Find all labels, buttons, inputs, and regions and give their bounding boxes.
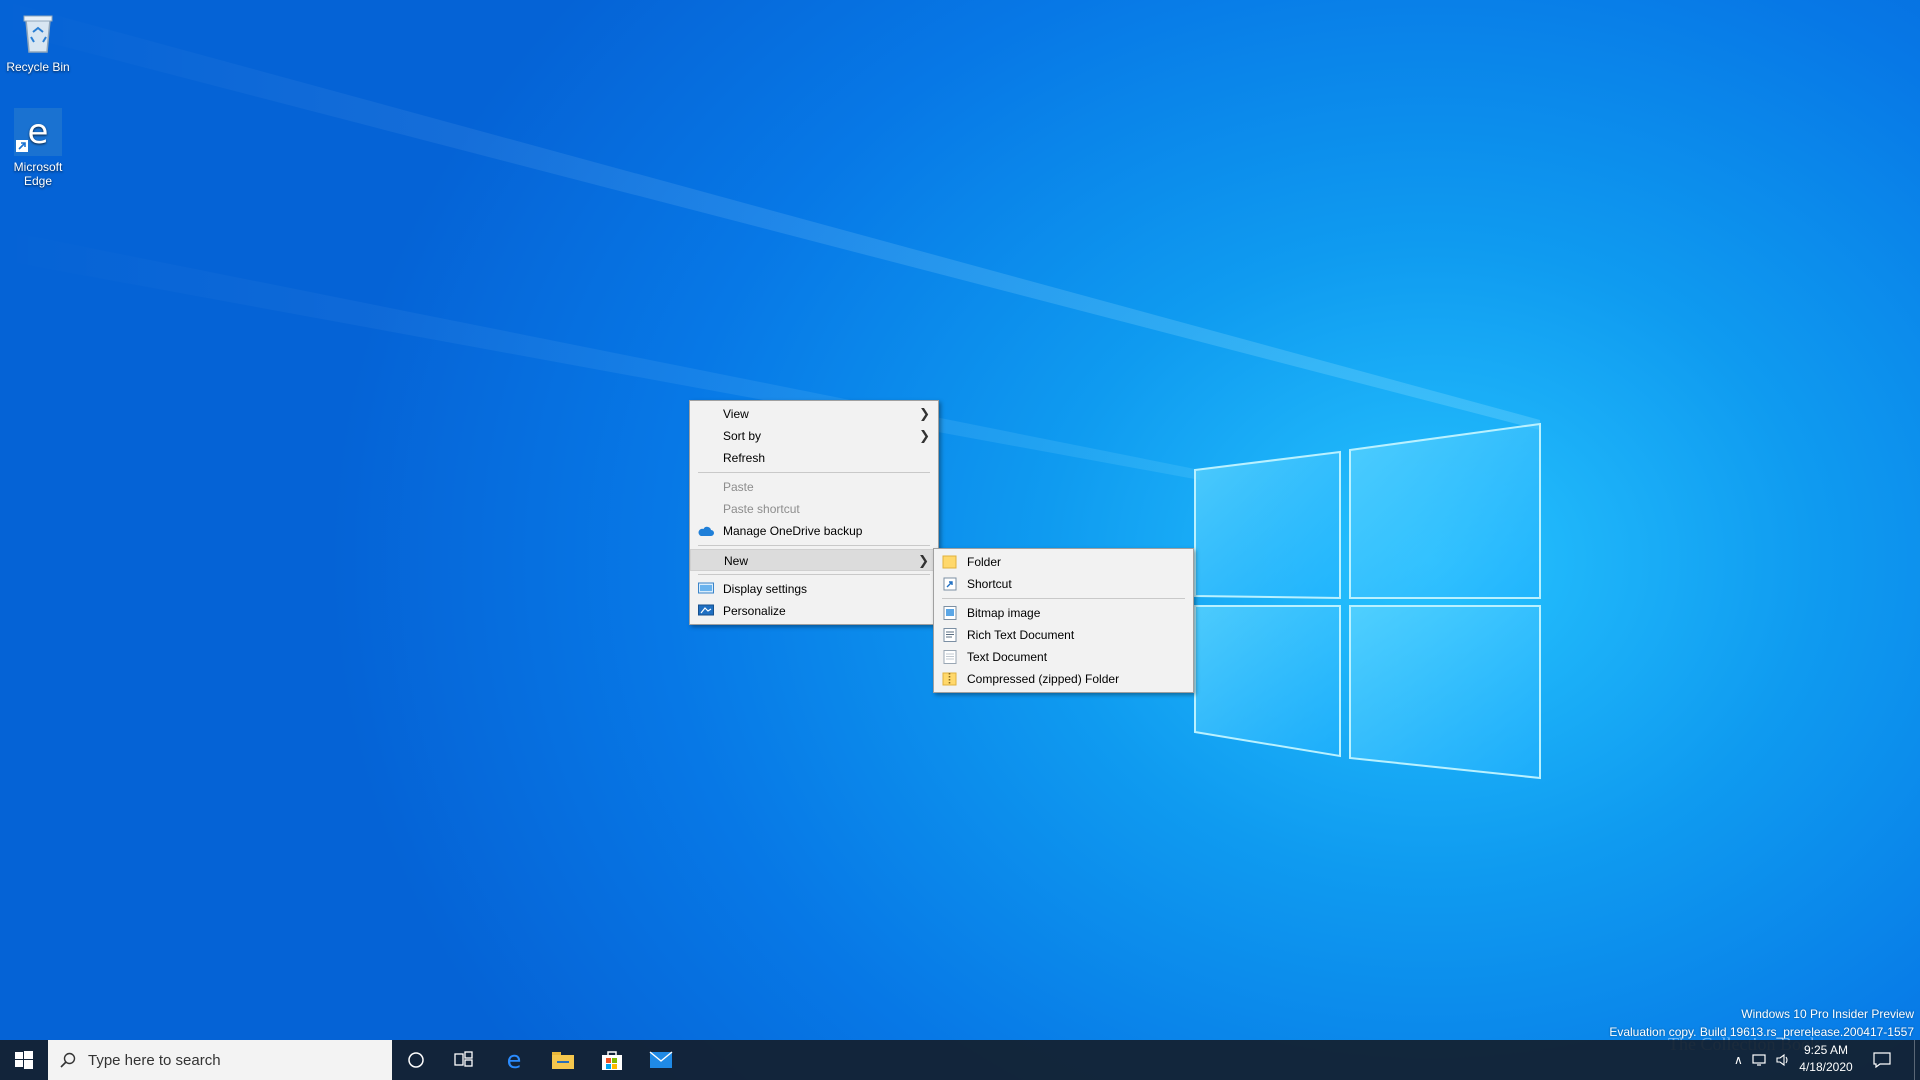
shortcut-icon: [943, 577, 957, 591]
notification-icon: [1873, 1052, 1891, 1068]
desktop-icon-microsoft-edge[interactable]: e Microsoft Edge: [0, 108, 76, 188]
menu-item-paste[interactable]: Paste: [690, 476, 938, 498]
menu-item-sort-by[interactable]: Sort by ❯: [690, 425, 938, 447]
taskbar-edge-button[interactable]: e: [490, 1040, 538, 1080]
rich-text-icon: [943, 628, 957, 642]
menu-item-display-settings[interactable]: Display settings: [690, 578, 938, 600]
cortana-button[interactable]: [392, 1040, 440, 1080]
menu-item-view[interactable]: View ❯: [690, 403, 938, 425]
svg-text:e: e: [28, 112, 49, 152]
clock[interactable]: 9:25 AM 4/18/2020: [1784, 1042, 1868, 1076]
show-desktop-button[interactable]: [1914, 1040, 1920, 1080]
desktop-icon-label: Microsoft Edge: [13, 160, 63, 188]
taskbar: Type here to search e ∧ 9:25 AM 4/18/202…: [0, 1040, 1920, 1080]
wallpaper: [0, 0, 1920, 1040]
start-button[interactable]: [0, 1040, 48, 1080]
file-explorer-icon: [552, 1052, 574, 1069]
menu-item-refresh[interactable]: Refresh: [690, 447, 938, 469]
onedrive-icon: [698, 526, 714, 536]
chevron-right-icon: ❯: [919, 428, 930, 443]
system-tray: ∧: [1734, 1040, 1791, 1080]
menu-item-personalize[interactable]: Personalize: [690, 600, 938, 622]
submenu-item-rich-text-document[interactable]: Rich Text Document: [934, 624, 1193, 646]
search-icon: [60, 1052, 76, 1068]
mail-icon: [649, 1051, 673, 1068]
taskbar-store-button[interactable]: [588, 1040, 636, 1080]
windows-start-icon: [15, 1051, 33, 1069]
task-view-icon: [454, 1051, 473, 1067]
edge-icon: e: [14, 108, 62, 156]
taskbar-file-explorer-button[interactable]: [539, 1040, 587, 1080]
submenu-item-folder[interactable]: Folder: [934, 551, 1193, 573]
personalize-icon: [698, 604, 714, 616]
cortana-icon: [408, 1052, 424, 1068]
zip-folder-icon: [942, 672, 957, 686]
chevron-right-icon: ❯: [919, 406, 930, 421]
submenu-item-text-document[interactable]: Text Document: [934, 646, 1193, 668]
desktop-context-menu: View ❯ Sort by ❯ Refresh Paste Paste sho…: [689, 400, 939, 625]
new-submenu: Folder Shortcut Bitmap image Rich Text D…: [933, 548, 1194, 693]
chevron-up-icon[interactable]: ∧: [1734, 1053, 1743, 1067]
menu-separator: [698, 574, 930, 575]
taskbar-mail-button[interactable]: [637, 1040, 685, 1080]
menu-separator: [942, 598, 1185, 599]
search-box[interactable]: Type here to search: [48, 1040, 392, 1080]
submenu-item-compressed-folder[interactable]: Compressed (zipped) Folder: [934, 668, 1193, 690]
menu-separator: [698, 472, 930, 473]
submenu-item-shortcut[interactable]: Shortcut: [934, 573, 1193, 595]
recycle-bin-icon: [23, 15, 53, 53]
menu-item-manage-onedrive-backup[interactable]: Manage OneDrive backup: [690, 520, 938, 542]
search-placeholder: Type here to search: [88, 1051, 221, 1069]
display-settings-icon: [698, 582, 714, 594]
windows-logo-wallpaper: [0, 0, 1541, 780]
submenu-item-bitmap-image[interactable]: Bitmap image: [934, 602, 1193, 624]
clock-date: 4/18/2020: [1799, 1060, 1853, 1074]
task-view-button[interactable]: [440, 1040, 488, 1080]
clock-time: 9:25 AM: [1803, 1043, 1849, 1057]
folder-icon: [942, 555, 957, 569]
action-center-button[interactable]: [1862, 1040, 1902, 1080]
text-document-icon: [943, 650, 957, 664]
menu-separator: [698, 545, 930, 546]
chevron-right-icon: ❯: [918, 553, 929, 568]
store-icon: [602, 1051, 622, 1070]
edge-icon: e: [507, 1048, 522, 1072]
menu-item-paste-shortcut[interactable]: Paste shortcut: [690, 498, 938, 520]
network-icon[interactable]: [1751, 1053, 1767, 1067]
desktop-icon-recycle-bin[interactable]: Recycle Bin: [0, 8, 76, 74]
build-watermark-line1: Windows 10 Pro Insider Preview: [1741, 1007, 1914, 1021]
svg-text:e: e: [507, 1048, 522, 1072]
bitmap-icon: [943, 606, 957, 620]
desktop-icon-label: Recycle Bin: [6, 60, 70, 74]
menu-item-new[interactable]: New ❯: [690, 549, 938, 571]
